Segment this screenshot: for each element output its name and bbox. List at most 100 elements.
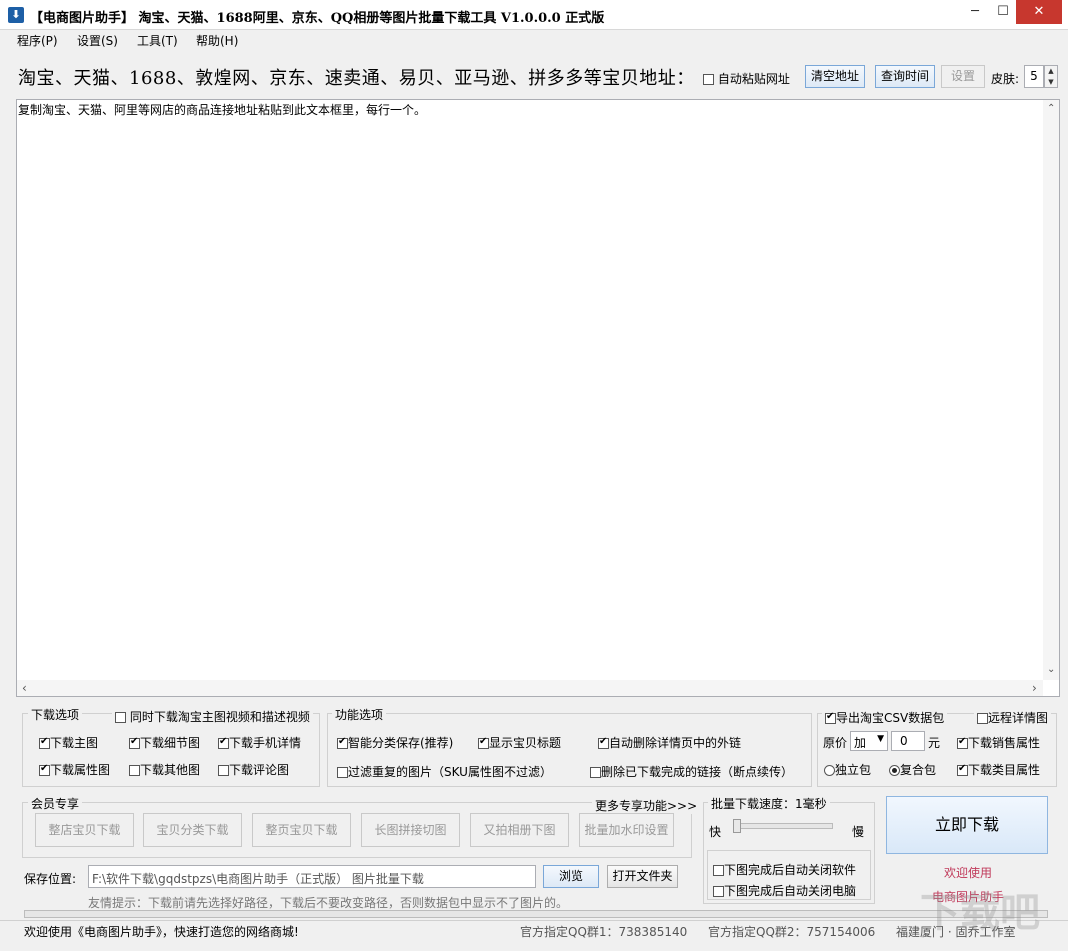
minimize-button[interactable]: ─ — [960, 0, 990, 24]
checkbox-label: 显示宝贝标题 — [489, 736, 562, 750]
auto-close-app-checkbox[interactable]: 下图完成后自动关闭软件 — [713, 861, 856, 878]
checkbox-icon — [598, 736, 609, 749]
radio-icon — [889, 765, 900, 776]
price-operator-value: 加 — [854, 736, 867, 750]
speed-slider-thumb[interactable] — [733, 819, 741, 833]
qq-group-1: 官方指定QQ群1：738385140 — [520, 925, 688, 939]
horizontal-scrollbar[interactable] — [17, 680, 1043, 696]
checkbox-label: 智能分类保存(推荐) — [348, 736, 454, 750]
welcome-text: 欢迎使用 — [944, 866, 993, 880]
export-csv-checkbox[interactable]: 导出淘宝CSV数据包 — [822, 709, 948, 726]
close-button[interactable]: ✕ — [1016, 0, 1062, 24]
checkbox-label: 下载细节图 — [140, 736, 201, 750]
settings-button[interactable]: 设置 — [941, 65, 985, 88]
standalone-radio[interactable]: 独立包 — [824, 761, 871, 778]
radio-label: 独立包 — [835, 763, 872, 777]
checkbox-icon — [590, 767, 601, 778]
checkbox-icon — [218, 736, 229, 749]
menu-tools[interactable]: 工具(T) — [137, 32, 178, 49]
window-title: 【电商图片助手】 淘宝、天猫、1688阿里、京东、QQ相册等图片批量下载工具 V… — [30, 11, 605, 26]
checkbox-label: 下载评论图 — [229, 763, 290, 777]
function-options-title: 功能选项 — [332, 706, 387, 723]
remote-detail-checkbox[interactable]: 远程详情图 — [974, 709, 1052, 726]
filter-duplicate-checkbox[interactable]: 过滤重复的图片（SKU属性图不过滤） — [337, 763, 552, 780]
friendly-tip: 友情提示：下载前请先选择好路径，下载后不要改变路径，否则数据包中显示不了图片的。 — [88, 896, 569, 910]
checkbox-icon — [129, 736, 140, 749]
checkbox-label: 下载手机详情 — [229, 736, 302, 750]
watermark-logo: 下载吧 — [920, 890, 1040, 936]
menu-help[interactable]: 帮助(H) — [196, 32, 238, 49]
price-label: 原价 — [823, 736, 848, 750]
whole-shop-download-button[interactable]: 整店宝贝下载 — [35, 813, 134, 847]
checkbox-icon — [115, 712, 126, 723]
radio-icon — [824, 765, 835, 776]
download-now-button[interactable]: 立即下载 — [886, 796, 1048, 854]
checkbox-icon — [337, 736, 348, 749]
member-title: 会员专享 — [28, 795, 83, 812]
checkbox-label: 删除已下载完成的链接（断点续传） — [601, 765, 794, 779]
scroll-down-icon[interactable]: ⌄ — [1047, 664, 1055, 675]
show-title-checkbox[interactable]: 显示宝贝标题 — [478, 734, 561, 751]
youpai-album-download-button[interactable]: 又拍相册下图 — [470, 813, 569, 847]
download-main-image-checkbox[interactable]: 下载主图 — [39, 734, 98, 751]
skin-spinner[interactable]: 5 — [1024, 65, 1044, 88]
clear-address-button[interactable]: 清空地址 — [805, 65, 865, 88]
textarea-hint: 复制淘宝、天猫、阿里等网店的商品连接地址粘贴到此文本框里，每行一个。 — [18, 103, 427, 117]
checkbox-icon — [825, 711, 836, 724]
combined-radio[interactable]: 复合包 — [889, 761, 936, 778]
radio-label: 复合包 — [900, 763, 937, 777]
download-attribute-image-checkbox[interactable]: 下载属性图 — [39, 761, 110, 778]
scroll-up-icon[interactable]: ⌃ — [1047, 103, 1055, 114]
speed-title: 批量下载速度：1毫秒 — [708, 795, 830, 812]
checkbox-icon — [957, 736, 968, 749]
download-mobile-detail-checkbox[interactable]: 下载手机详情 — [218, 734, 301, 751]
speed-slider[interactable] — [735, 823, 833, 829]
checkbox-icon — [39, 736, 50, 749]
save-path-input[interactable]: F:\软件下载\gqdstpzs\电商图片助手（正式版） 图片批量下载 — [88, 865, 536, 888]
download-review-image-checkbox[interactable]: 下载评论图 — [218, 761, 289, 778]
video-download-checkbox[interactable]: 同时下载淘宝主图视频和描述视频 — [112, 708, 313, 725]
delete-finished-links-checkbox[interactable]: 删除已下载完成的链接（断点续传） — [590, 763, 793, 780]
url-label: 淘宝、天猫、1688、敦煌网、京东、速卖通、易贝、亚马逊、拼多多等宝贝地址： — [18, 68, 695, 89]
checkbox-icon — [703, 74, 714, 85]
menu-settings[interactable]: 设置(S) — [77, 32, 118, 49]
chevron-down-icon: ▼ — [877, 734, 884, 744]
checkbox-label: 远程详情图 — [988, 711, 1049, 725]
auto-close-pc-checkbox[interactable]: 下图完成后自动关闭电脑 — [713, 882, 856, 899]
vertical-scrollbar[interactable] — [1043, 100, 1059, 680]
open-folder-button[interactable]: 打开文件夹 — [607, 865, 678, 888]
whole-page-download-button[interactable]: 整页宝贝下载 — [252, 813, 351, 847]
more-features-link[interactable]: 更多专享功能>>> — [592, 797, 701, 814]
price-value: 0 — [900, 734, 908, 748]
checkbox-label: 导出淘宝CSV数据包 — [836, 711, 945, 725]
maximize-button[interactable]: ☐ — [988, 0, 1018, 24]
batch-watermark-button[interactable]: 批量加水印设置 — [579, 813, 674, 847]
category-attribute-checkbox[interactable]: 下载类目属性 — [957, 761, 1040, 778]
query-time-button[interactable]: 查询时间 — [875, 65, 935, 88]
download-other-image-checkbox[interactable]: 下载其他图 — [129, 761, 200, 778]
sales-attribute-checkbox[interactable]: 下载销售属性 — [957, 734, 1040, 751]
qq-group-2: 官方指定QQ群2：757154006 — [708, 925, 876, 939]
checkbox-label: 自动删除详情页中的外链 — [609, 736, 742, 750]
scroll-left-icon[interactable]: ‹ — [22, 681, 27, 695]
checkbox-icon — [977, 713, 988, 724]
price-unit: 元 — [928, 736, 941, 750]
long-image-stitch-button[interactable]: 长图拼接切图 — [361, 813, 460, 847]
url-textarea[interactable] — [16, 99, 1060, 697]
browse-button[interactable]: 浏览 — [543, 865, 599, 888]
checkbox-label: 下载销售属性 — [968, 736, 1041, 750]
menu-program[interactable]: 程序(P) — [17, 32, 58, 49]
category-download-button[interactable]: 宝贝分类下载 — [143, 813, 242, 847]
checkbox-icon — [957, 763, 968, 776]
checkbox-label: 下载其他图 — [140, 763, 201, 777]
download-detail-image-checkbox[interactable]: 下载细节图 — [129, 734, 200, 751]
scroll-right-icon[interactable]: › — [1032, 681, 1037, 695]
remove-external-links-checkbox[interactable]: 自动删除详情页中的外链 — [598, 734, 741, 751]
smart-save-checkbox[interactable]: 智能分类保存(推荐) — [337, 734, 453, 751]
spinner-arrows-icon[interactable]: ▲ ▼ — [1044, 65, 1058, 88]
skin-label: 皮肤: — [991, 72, 1020, 86]
price-value-input[interactable]: 0 — [891, 731, 925, 751]
price-operator-select[interactable]: 加 ▼ — [850, 731, 888, 751]
save-location-label: 保存位置: — [24, 872, 77, 886]
auto-paste-checkbox[interactable]: 自动粘贴网址 — [703, 70, 790, 87]
